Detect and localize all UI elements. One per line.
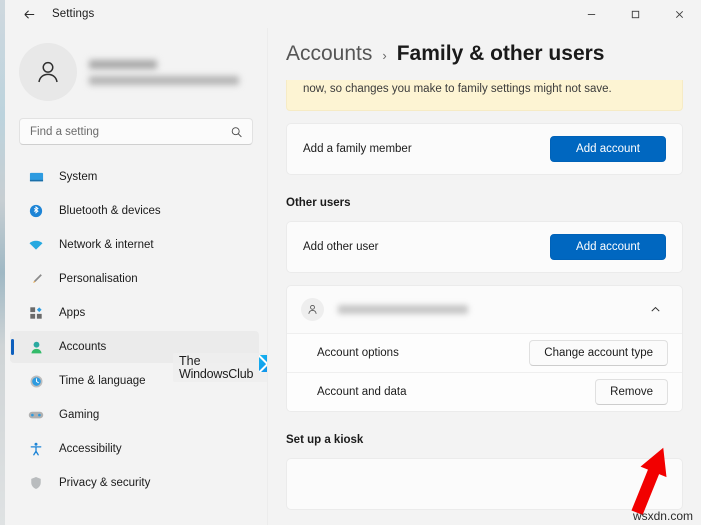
windowsclub-logo-icon xyxy=(259,355,268,372)
family-warning-banner: now, so changes you make to family setti… xyxy=(286,80,683,111)
sidebar-item-label: Personalisation xyxy=(59,273,138,285)
sidebar-item-label: Accounts xyxy=(59,341,106,353)
banner-text: now, so changes you make to family setti… xyxy=(303,83,612,95)
sidebar-item-personalisation[interactable]: Personalisation xyxy=(10,263,259,295)
title-bar: Settings xyxy=(5,0,701,28)
source-watermark: wsxdn.com xyxy=(633,509,693,523)
sidebar-account-header[interactable] xyxy=(5,28,267,102)
breadcrumb-parent[interactable]: Accounts xyxy=(286,42,372,66)
settings-window: Settings xyxy=(0,0,701,525)
kiosk-row[interactable] xyxy=(287,459,682,509)
back-button[interactable] xyxy=(14,3,44,25)
sidebar-nav: System Bluetooth & devices Network & int… xyxy=(5,161,267,499)
add-family-member-label: Add a family member xyxy=(303,143,412,155)
account-name-blurred xyxy=(89,60,157,69)
settings-scroll-area[interactable]: now, so changes you make to family setti… xyxy=(268,80,701,525)
sidebar-item-privacy-security[interactable]: Privacy & security xyxy=(10,467,259,499)
account-options-row: Account options Change account type xyxy=(287,333,682,372)
sidebar-item-label: System xyxy=(59,171,97,183)
account-options-label: Account options xyxy=(317,347,399,359)
account-and-data-row: Account and data Remove xyxy=(287,372,682,411)
add-family-member-card: Add a family member Add account xyxy=(286,123,683,175)
bluetooth-icon xyxy=(27,202,45,220)
sidebar-item-label: Time & language xyxy=(59,375,146,387)
other-user-email-blurred xyxy=(338,305,468,314)
sidebar-item-label: Apps xyxy=(59,307,85,319)
search-icon[interactable] xyxy=(230,125,243,138)
watermark-line-1: The xyxy=(179,355,253,368)
site-watermark: The WindowsClub xyxy=(173,353,268,382)
sidebar-item-label: Bluetooth & devices xyxy=(59,205,161,217)
remove-button[interactable]: Remove xyxy=(595,379,668,405)
back-arrow-icon xyxy=(22,7,37,22)
watermark-line-2: WindowsClub xyxy=(179,368,253,381)
kiosk-card xyxy=(286,458,683,510)
window-title: Settings xyxy=(52,8,94,20)
account-and-data-label: Account and data xyxy=(317,386,407,398)
system-icon xyxy=(27,168,45,186)
avatar xyxy=(19,43,77,101)
search-box[interactable] xyxy=(19,118,253,145)
accounts-icon xyxy=(27,338,45,356)
page-title: Family & other users xyxy=(397,42,605,66)
sidebar-item-gaming[interactable]: Gaming xyxy=(10,399,259,431)
sidebar-item-label: Network & internet xyxy=(59,239,154,251)
minimize-button[interactable] xyxy=(569,0,613,28)
add-other-user-card: Add other user Add account xyxy=(286,221,683,273)
sidebar: System Bluetooth & devices Network & int… xyxy=(5,28,268,525)
change-account-type-button[interactable]: Change account type xyxy=(529,340,668,366)
sidebar-item-system[interactable]: System xyxy=(10,161,259,193)
sidebar-item-accessibility[interactable]: Accessibility xyxy=(10,433,259,465)
kiosk-section-title: Set up a kiosk xyxy=(286,434,683,446)
other-user-card: Account options Change account type Acco… xyxy=(286,285,683,412)
accessibility-icon xyxy=(27,440,45,458)
sidebar-item-apps[interactable]: Apps xyxy=(10,297,259,329)
apps-icon xyxy=(27,304,45,322)
sidebar-item-label: Accessibility xyxy=(59,443,122,455)
sidebar-item-network-internet[interactable]: Network & internet xyxy=(10,229,259,261)
account-email-blurred xyxy=(89,76,239,85)
sidebar-item-bluetooth-devices[interactable]: Bluetooth & devices xyxy=(10,195,259,227)
other-users-section-title: Other users xyxy=(286,197,683,209)
maximize-button[interactable] xyxy=(613,0,657,28)
other-user-header[interactable] xyxy=(287,286,682,333)
add-family-account-button[interactable]: Add account xyxy=(550,136,666,162)
chevron-up-icon[interactable] xyxy=(642,297,668,323)
chevron-right-icon: › xyxy=(382,48,386,63)
add-family-member-row[interactable]: Add a family member Add account xyxy=(287,124,682,174)
close-button[interactable] xyxy=(657,0,701,28)
add-other-user-label: Add other user xyxy=(303,241,378,253)
shield-icon xyxy=(27,474,45,492)
sidebar-item-label: Gaming xyxy=(59,409,99,421)
add-other-user-row[interactable]: Add other user Add account xyxy=(287,222,682,272)
account-identity-redacted xyxy=(89,60,239,85)
add-other-account-button[interactable]: Add account xyxy=(550,234,666,260)
paintbrush-icon xyxy=(27,270,45,288)
window-controls xyxy=(569,0,701,28)
content-pane: Accounts › Family & other users now, so … xyxy=(268,28,701,525)
gamepad-icon xyxy=(27,406,45,424)
clock-icon xyxy=(27,372,45,390)
breadcrumb: Accounts › Family & other users xyxy=(268,28,701,66)
search-input[interactable] xyxy=(20,126,252,138)
wifi-icon xyxy=(27,236,45,254)
avatar xyxy=(301,298,324,321)
sidebar-item-label: Privacy & security xyxy=(59,477,150,489)
